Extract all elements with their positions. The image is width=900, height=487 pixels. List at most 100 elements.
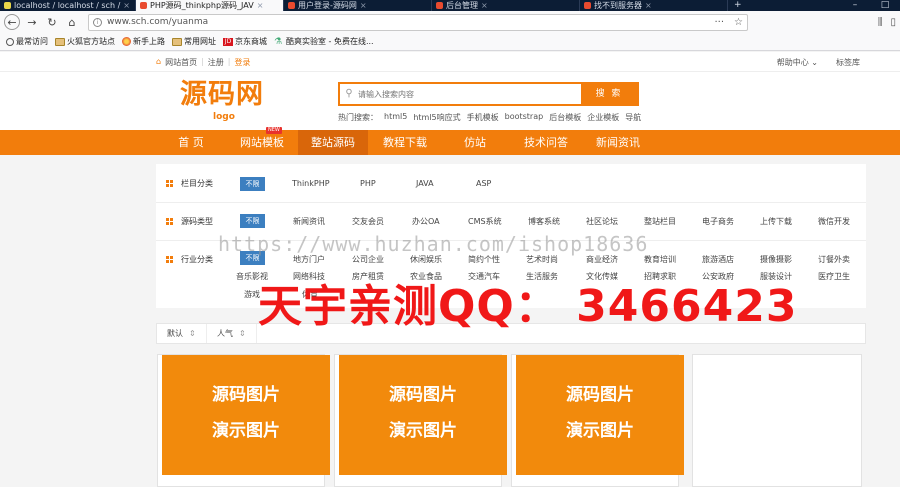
register-link[interactable]: 注册 <box>208 57 224 68</box>
new-tab-icon[interactable]: + <box>728 0 748 11</box>
filter-option[interactable]: 办公OA <box>412 216 440 227</box>
hot-search-link[interactable]: html5 <box>384 112 407 123</box>
home-icon[interactable]: ⌂ <box>64 14 80 30</box>
filter-option[interactable]: 交友会员 <box>352 216 384 227</box>
close-icon[interactable]: × <box>481 1 488 10</box>
grid-icon <box>166 256 173 263</box>
nav-item-clone[interactable]: 仿站 <box>440 130 510 155</box>
logo-subtitle: logo <box>213 112 235 122</box>
maximize-icon[interactable]: □ <box>870 0 900 11</box>
bookmark-label: 常用网址 <box>184 37 216 46</box>
filter-option[interactable]: 教育培训 <box>644 254 676 265</box>
filter-option[interactable]: 社区论坛 <box>586 216 618 227</box>
close-icon[interactable]: × <box>360 1 367 10</box>
bookmark-label: 京东商城 <box>235 37 267 46</box>
jd-icon: JD <box>223 37 233 46</box>
search-button[interactable]: 搜 索 <box>581 84 637 104</box>
minimize-icon[interactable]: – <box>840 0 870 11</box>
hot-search-link[interactable]: 手机模板 <box>467 112 499 123</box>
page-actions-icon[interactable]: ··· <box>714 17 724 28</box>
folder-icon <box>55 37 65 46</box>
nav-item-qa[interactable]: 技术问答 <box>510 130 582 155</box>
hot-search-link[interactable]: 企业模板 <box>587 112 619 123</box>
forward-icon[interactable]: → <box>24 14 40 30</box>
bookmark-item[interactable]: 新手上路 <box>122 36 165 47</box>
sort-default[interactable]: 默认 ⇕ <box>157 324 207 343</box>
filter-option[interactable]: 整站栏目 <box>644 216 676 227</box>
browser-tab[interactable]: 后台管理 × <box>432 0 580 11</box>
home-link[interactable]: 网站首页 <box>165 57 197 68</box>
browser-tab-active[interactable]: PHP源码_thinkphp源码_JAV × <box>136 0 284 11</box>
sort-popularity[interactable]: 人气 ⇕ <box>207 324 257 343</box>
hot-search-link[interactable]: bootstrap <box>505 112 544 123</box>
thumb-text: 演示图片 <box>212 421 280 441</box>
bookmark-item[interactable]: JD 京东商城 <box>223 36 267 47</box>
close-icon[interactable]: × <box>257 1 264 10</box>
close-icon[interactable]: × <box>123 1 130 10</box>
help-center-link[interactable]: 帮助中心 ⌄ <box>777 57 818 68</box>
product-card[interactable]: 源码图片 演示图片 <box>511 354 684 487</box>
back-icon[interactable]: ← <box>4 14 20 30</box>
product-card[interactable]: 源码图片 演示图片 <box>334 354 507 487</box>
filter-option[interactable]: JAVA <box>416 179 434 188</box>
filter-option[interactable]: 电子商务 <box>702 216 734 227</box>
card-thumbnail[interactable]: 源码图片 演示图片 <box>339 355 507 475</box>
lab-icon: ⚗ <box>274 36 283 47</box>
filter-option[interactable]: CMS系统 <box>468 216 502 227</box>
bookmarks-bar: 最常访问 火狐官方站点 新手上路 常用网址 JD 京东商城 ⚗ 酷爽实验室 - 免费… <box>0 33 900 51</box>
bookmark-item[interactable]: 常用网址 <box>172 36 216 47</box>
grid-icon <box>166 218 173 225</box>
nav-item-news[interactable]: 新闻资讯 <box>582 130 654 155</box>
browser-tab[interactable]: 找不到服务器 × <box>580 0 728 11</box>
filter-option[interactable]: 上传下载 <box>760 216 792 227</box>
nav-item-tutorials[interactable]: 教程下载 <box>370 130 440 155</box>
hot-search-link[interactable]: html5响应式 <box>413 112 460 123</box>
thumb-text: 源码图片 <box>389 385 457 405</box>
thumb-text: 源码图片 <box>566 385 634 405</box>
browser-navbar: ← → ↻ ⌂ i www.sch.com/yuanma ··· ☆ ⫼ ▯ <box>0 11 900 33</box>
close-icon[interactable]: × <box>645 1 652 10</box>
bookmark-item[interactable]: ⚗ 酷爽实验室 - 免费在线... <box>274 36 374 47</box>
hot-search-link[interactable]: 导航 <box>625 112 641 123</box>
filter-option[interactable]: 摄像摄影 <box>760 254 792 265</box>
hot-search-link[interactable]: 后台模板 <box>549 112 581 123</box>
browser-tab[interactable]: localhost / localhost / sch / × <box>0 0 136 11</box>
tab-title: 找不到服务器 <box>594 1 642 10</box>
filter-option[interactable]: ASP <box>476 179 491 188</box>
filter-option[interactable]: PHP <box>360 179 376 188</box>
card-thumbnail[interactable]: 源码图片 演示图片 <box>162 355 330 475</box>
filter-option[interactable]: 微信开发 <box>818 216 850 227</box>
site-logo[interactable]: 源码网 <box>180 80 264 110</box>
nav-item-source[interactable]: 整站源码 <box>298 130 368 155</box>
bookmark-item[interactable]: 最常访问 <box>6 36 48 47</box>
filter-all-button[interactable]: 不限 <box>240 214 265 228</box>
url-text: www.sch.com/yuanma <box>107 17 209 27</box>
filter-option[interactable]: 博客系统 <box>528 216 560 227</box>
filter-label-text: 行业分类 <box>181 255 213 264</box>
login-link[interactable]: 登录 <box>234 57 250 68</box>
sort-label: 人气 <box>217 329 233 338</box>
reload-icon[interactable]: ↻ <box>44 14 60 30</box>
filter-all-button[interactable]: 不限 <box>240 177 265 191</box>
bookmark-star-icon[interactable]: ☆ <box>734 17 743 28</box>
sidebar-icon[interactable]: ▯ <box>890 17 896 28</box>
browser-tab[interactable]: 用户登录-源码网 × <box>284 0 432 11</box>
filter-option[interactable]: 订餐外卖 <box>818 254 850 265</box>
nav-item-templates[interactable]: 网站模板 <box>226 130 298 155</box>
filter-option[interactable]: 医疗卫生 <box>818 271 850 282</box>
product-card-empty[interactable] <box>692 354 862 487</box>
search-input[interactable] <box>358 84 581 104</box>
bookmark-item[interactable]: 火狐官方站点 <box>55 36 115 47</box>
tab-favicon-icon <box>140 2 147 9</box>
nav-item-home[interactable]: 首 页 <box>163 130 219 155</box>
tag-library-link[interactable]: 标签库 <box>836 57 860 68</box>
window-controls: – □ <box>840 0 900 11</box>
library-icon[interactable]: ⫼ <box>878 17 883 28</box>
filter-option[interactable]: 旅游酒店 <box>702 254 734 265</box>
address-bar[interactable]: i www.sch.com/yuanma ··· ☆ <box>88 13 748 31</box>
filter-option[interactable]: ThinkPHP <box>292 179 330 188</box>
site-info-icon[interactable]: i <box>93 17 102 27</box>
card-thumbnail[interactable]: 源码图片 演示图片 <box>516 355 684 475</box>
filter-option[interactable]: 新闻资讯 <box>293 216 325 227</box>
product-card[interactable]: 源码图片 演示图片 <box>157 354 330 487</box>
